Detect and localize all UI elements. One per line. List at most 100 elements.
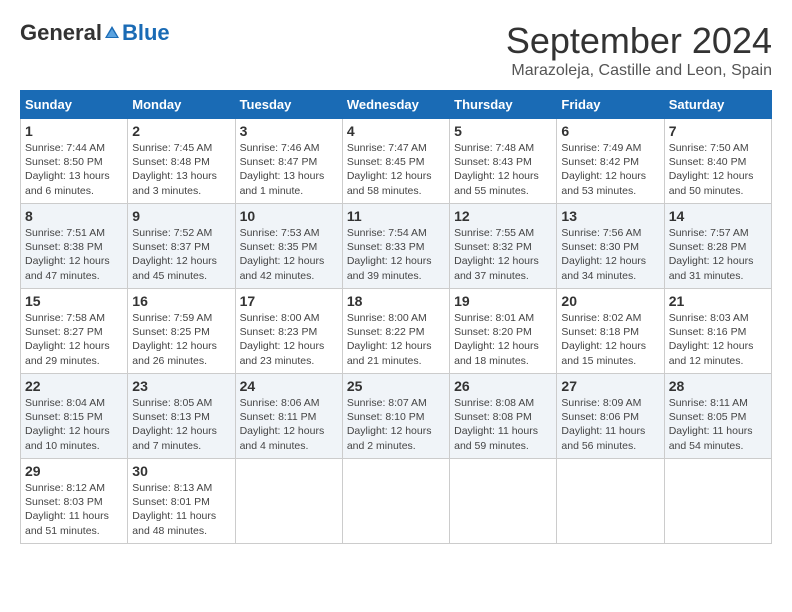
day-number: 4 (347, 123, 445, 139)
day-info: Sunrise: 8:07 AM Sunset: 8:10 PM Dayligh… (347, 396, 445, 453)
day-info: Sunrise: 8:08 AM Sunset: 8:08 PM Dayligh… (454, 396, 552, 453)
day-info: Sunrise: 7:52 AM Sunset: 8:37 PM Dayligh… (132, 226, 230, 283)
calendar-day-cell: 3 Sunrise: 7:46 AM Sunset: 8:47 PM Daylig… (235, 119, 342, 204)
calendar-day-cell: 13Sunrise: 7:56 AM Sunset: 8:30 PM Dayli… (557, 204, 664, 289)
calendar-day-cell: 7 Sunrise: 7:50 AM Sunset: 8:40 PM Daylig… (664, 119, 771, 204)
calendar-day-cell: 26 Sunrise: 8:08 AM Sunset: 8:08 PM Dayli… (450, 374, 557, 459)
day-number: 27 (561, 378, 659, 394)
calendar-day-cell: 15 Sunrise: 7:58 AM Sunset: 8:27 PM Dayli… (21, 289, 128, 374)
calendar-day-cell: 22Sunrise: 8:04 AM Sunset: 8:15 PM Dayli… (21, 374, 128, 459)
day-info: Sunrise: 7:49 AM Sunset: 8:42 PM Dayligh… (561, 141, 659, 198)
day-info: Sunrise: 8:01 AM Sunset: 8:20 PM Dayligh… (454, 311, 552, 368)
day-info: Sunrise: 7:48 AM Sunset: 8:43 PM Dayligh… (454, 141, 552, 198)
calendar-day-cell: 9 Sunrise: 7:52 AM Sunset: 8:37 PM Daylig… (128, 204, 235, 289)
day-info: Sunrise: 7:46 AM Sunset: 8:47 PM Dayligh… (240, 141, 338, 198)
day-number: 23 (132, 378, 230, 394)
day-info: Sunrise: 7:53 AM Sunset: 8:35 PM Dayligh… (240, 226, 338, 283)
day-info: Sunrise: 8:05 AM Sunset: 8:13 PM Dayligh… (132, 396, 230, 453)
day-number: 17 (240, 293, 338, 309)
calendar-day-cell: 30 Sunrise: 8:13 AM Sunset: 8:01 PM Dayli… (128, 459, 235, 544)
calendar-day-cell: 12 Sunrise: 7:55 AM Sunset: 8:32 PM Dayli… (450, 204, 557, 289)
day-info: Sunrise: 8:11 AM Sunset: 8:05 PM Dayligh… (669, 396, 767, 453)
day-info: Sunrise: 8:00 AM Sunset: 8:23 PM Dayligh… (240, 311, 338, 368)
calendar-day-cell (342, 459, 449, 544)
day-info: Sunrise: 7:44 AM Sunset: 8:50 PM Dayligh… (25, 141, 123, 198)
day-of-week-header: Friday (557, 91, 664, 119)
logo: General Blue (20, 20, 170, 46)
day-info: Sunrise: 8:00 AM Sunset: 8:22 PM Dayligh… (347, 311, 445, 368)
day-number: 18 (347, 293, 445, 309)
day-number: 12 (454, 208, 552, 224)
day-of-week-header: Saturday (664, 91, 771, 119)
day-number: 15 (25, 293, 123, 309)
calendar-week-row: 8 Sunrise: 7:51 AM Sunset: 8:38 PM Daylig… (21, 204, 772, 289)
day-info: Sunrise: 8:06 AM Sunset: 8:11 PM Dayligh… (240, 396, 338, 453)
day-number: 25 (347, 378, 445, 394)
day-number: 28 (669, 378, 767, 394)
calendar-day-cell: 11 Sunrise: 7:54 AM Sunset: 8:33 PM Dayli… (342, 204, 449, 289)
calendar-day-cell: 25 Sunrise: 8:07 AM Sunset: 8:10 PM Dayli… (342, 374, 449, 459)
day-number: 9 (132, 208, 230, 224)
calendar-day-cell: 23 Sunrise: 8:05 AM Sunset: 8:13 PM Dayli… (128, 374, 235, 459)
day-info: Sunrise: 7:50 AM Sunset: 8:40 PM Dayligh… (669, 141, 767, 198)
calendar-week-row: 15 Sunrise: 7:58 AM Sunset: 8:27 PM Dayli… (21, 289, 772, 374)
day-of-week-header: Thursday (450, 91, 557, 119)
calendar-day-cell: 2 Sunrise: 7:45 AM Sunset: 8:48 PM Daylig… (128, 119, 235, 204)
calendar-table: SundayMondayTuesdayWednesdayThursdayFrid… (20, 90, 772, 544)
calendar-day-cell (664, 459, 771, 544)
calendar-day-cell (557, 459, 664, 544)
calendar-day-cell: 21 Sunrise: 8:03 AM Sunset: 8:16 PM Dayli… (664, 289, 771, 374)
calendar-day-cell: 20Sunrise: 8:02 AM Sunset: 8:18 PM Dayli… (557, 289, 664, 374)
day-info: Sunrise: 7:58 AM Sunset: 8:27 PM Dayligh… (25, 311, 123, 368)
day-of-week-header: Sunday (21, 91, 128, 119)
day-number: 5 (454, 123, 552, 139)
day-number: 24 (240, 378, 338, 394)
calendar-day-cell: 27 Sunrise: 8:09 AM Sunset: 8:06 PM Dayli… (557, 374, 664, 459)
location-subtitle: Marazoleja, Castille and Leon, Spain (506, 62, 772, 80)
day-number: 29 (25, 463, 123, 479)
calendar-day-cell: 24 Sunrise: 8:06 AM Sunset: 8:11 PM Dayli… (235, 374, 342, 459)
calendar-day-cell: 5 Sunrise: 7:48 AM Sunset: 8:43 PM Daylig… (450, 119, 557, 204)
day-info: Sunrise: 7:51 AM Sunset: 8:38 PM Dayligh… (25, 226, 123, 283)
calendar-week-row: 29 Sunrise: 8:12 AM Sunset: 8:03 PM Dayli… (21, 459, 772, 544)
calendar-day-cell: 10 Sunrise: 7:53 AM Sunset: 8:35 PM Dayli… (235, 204, 342, 289)
calendar-day-cell: 4Sunrise: 7:47 AM Sunset: 8:45 PM Daylig… (342, 119, 449, 204)
day-number: 26 (454, 378, 552, 394)
day-info: Sunrise: 8:03 AM Sunset: 8:16 PM Dayligh… (669, 311, 767, 368)
title-area: September 2024 Marazoleja, Castille and … (506, 20, 772, 80)
day-number: 7 (669, 123, 767, 139)
day-info: Sunrise: 8:13 AM Sunset: 8:01 PM Dayligh… (132, 481, 230, 538)
day-number: 19 (454, 293, 552, 309)
day-info: Sunrise: 7:45 AM Sunset: 8:48 PM Dayligh… (132, 141, 230, 198)
day-info: Sunrise: 7:59 AM Sunset: 8:25 PM Dayligh… (132, 311, 230, 368)
day-number: 21 (669, 293, 767, 309)
calendar-day-cell: 16Sunrise: 7:59 AM Sunset: 8:25 PM Dayli… (128, 289, 235, 374)
day-info: Sunrise: 8:12 AM Sunset: 8:03 PM Dayligh… (25, 481, 123, 538)
calendar-day-cell: 29 Sunrise: 8:12 AM Sunset: 8:03 PM Dayli… (21, 459, 128, 544)
page-header: General Blue September 2024 Marazoleja, … (20, 20, 772, 80)
day-number: 3 (240, 123, 338, 139)
logo-general: General (20, 20, 102, 46)
calendar-day-cell: 17 Sunrise: 8:00 AM Sunset: 8:23 PM Dayli… (235, 289, 342, 374)
calendar-week-row: 22Sunrise: 8:04 AM Sunset: 8:15 PM Dayli… (21, 374, 772, 459)
day-info: Sunrise: 8:09 AM Sunset: 8:06 PM Dayligh… (561, 396, 659, 453)
day-number: 13 (561, 208, 659, 224)
day-number: 2 (132, 123, 230, 139)
day-info: Sunrise: 7:54 AM Sunset: 8:33 PM Dayligh… (347, 226, 445, 283)
calendar-day-cell: 14Sunrise: 7:57 AM Sunset: 8:28 PM Dayli… (664, 204, 771, 289)
calendar-day-cell (450, 459, 557, 544)
day-number: 10 (240, 208, 338, 224)
day-number: 11 (347, 208, 445, 224)
day-number: 30 (132, 463, 230, 479)
day-number: 1 (25, 123, 123, 139)
logo-blue: Blue (122, 20, 170, 46)
day-of-week-header: Monday (128, 91, 235, 119)
calendar-day-cell (235, 459, 342, 544)
day-of-week-header: Tuesday (235, 91, 342, 119)
day-info: Sunrise: 8:02 AM Sunset: 8:18 PM Dayligh… (561, 311, 659, 368)
calendar-day-cell: 28 Sunrise: 8:11 AM Sunset: 8:05 PM Dayli… (664, 374, 771, 459)
day-info: Sunrise: 7:55 AM Sunset: 8:32 PM Dayligh… (454, 226, 552, 283)
day-number: 8 (25, 208, 123, 224)
calendar-week-row: 1 Sunrise: 7:44 AM Sunset: 8:50 PM Daylig… (21, 119, 772, 204)
day-number: 22 (25, 378, 123, 394)
